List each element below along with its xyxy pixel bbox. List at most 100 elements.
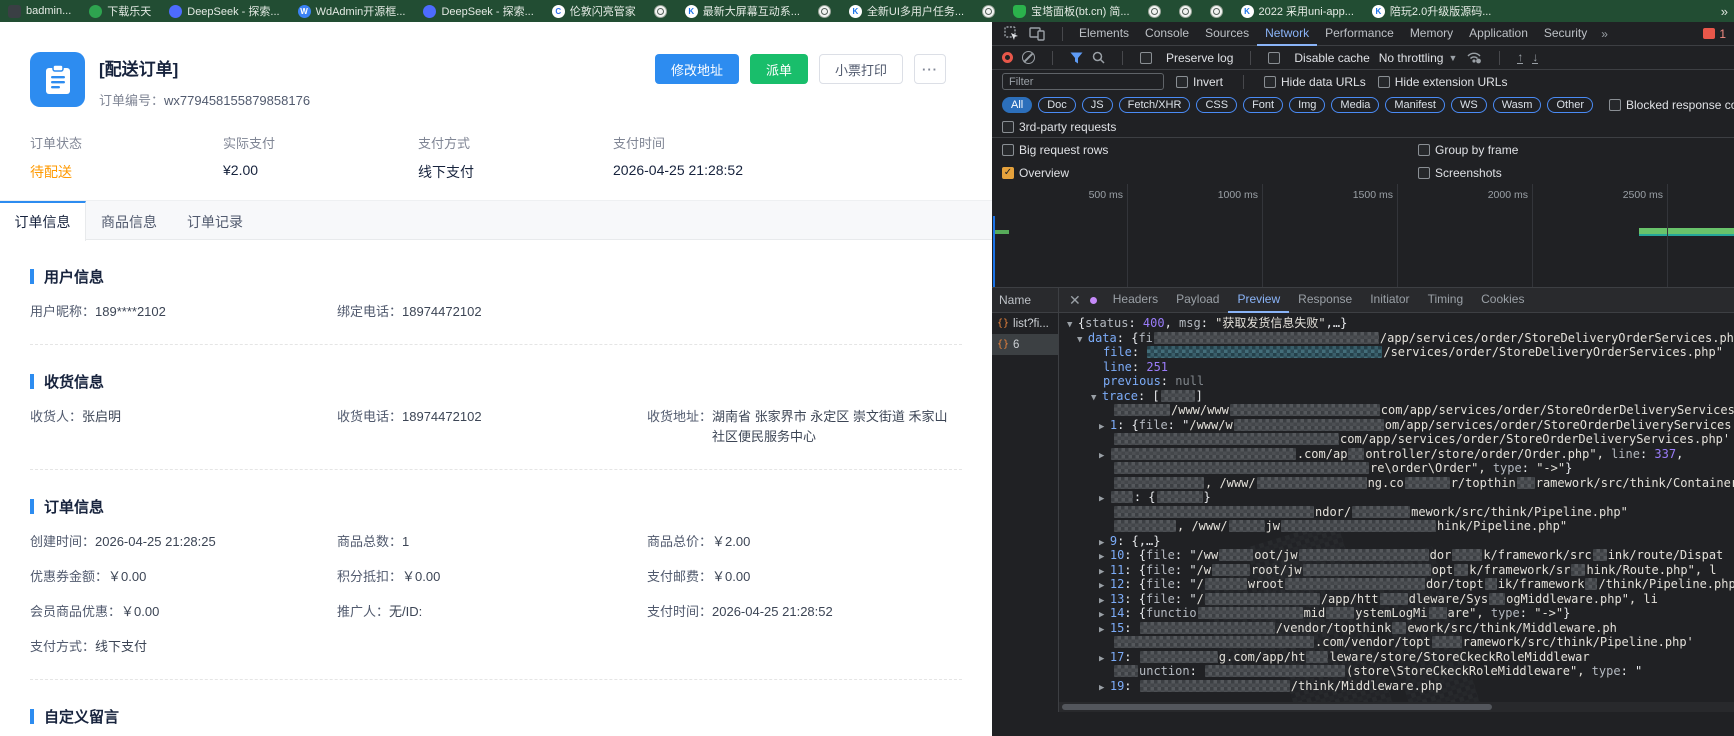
bookmark-item[interactable]: DeepSeek - 探索...	[423, 3, 534, 19]
preview-line[interactable]: , /www/ng.co r/topthin ramework/src/think/…	[1059, 476, 1734, 491]
edit-address-button[interactable]: 修改地址	[654, 54, 739, 84]
bookmark-item[interactable]: 陪玩2.0升级版源码...	[1371, 3, 1491, 19]
import-har-icon[interactable]: ↑	[1517, 51, 1524, 64]
filter-chip-media[interactable]: Media	[1331, 96, 1380, 113]
throttling-select[interactable]: No throttling ▼	[1379, 51, 1458, 65]
filter-chip-wasm[interactable]: Wasm	[1492, 96, 1542, 113]
detail-tab-response[interactable]: Response	[1289, 288, 1361, 313]
preview-line[interactable]: , /www/jw hink/Pipeline.php"	[1059, 519, 1734, 534]
bookmark-item[interactable]: 宝塔面板(bt.cn) 简...	[1013, 3, 1130, 19]
filter-chip-ws[interactable]: WS	[1450, 96, 1487, 113]
bookmark-item[interactable]	[653, 4, 667, 18]
receipt-print-button[interactable]: 小票打印	[818, 54, 903, 84]
preserve-log-checkbox[interactable]	[1140, 51, 1152, 64]
detail-tab-headers[interactable]: Headers	[1104, 288, 1167, 313]
preview-line[interactable]: ▶ 15: /vendor/topthink ework/src/think/Mi…	[1059, 621, 1734, 636]
invert-checkbox[interactable]	[1176, 75, 1188, 88]
hide-data-urls-checkbox[interactable]	[1264, 75, 1277, 88]
preview-line[interactable]: ▶ 17: g.com/app/ht leware/store/StoreCkec…	[1059, 650, 1734, 665]
overview-checkbox[interactable]	[1002, 166, 1014, 179]
bookmark-item[interactable]: DeepSeek - 探索...	[169, 3, 280, 19]
bookmarks-overflow-chevron[interactable]: »	[1721, 4, 1728, 19]
preview-line[interactable]: ▶ .com/ap ontroller/store/order/Order.php…	[1059, 447, 1734, 462]
preview-line[interactable]: ▼ trace: []	[1059, 389, 1734, 404]
close-icon[interactable]: ✕	[1069, 292, 1081, 309]
devtools-tab-memory[interactable]: Memory	[1402, 22, 1461, 46]
filter-chip-js[interactable]: JS	[1081, 96, 1113, 113]
preview-line[interactable]: ▶ : {}	[1059, 490, 1734, 505]
dispatch-button[interactable]: 派单	[749, 54, 808, 84]
hide-extension-urls-checkbox[interactable]	[1377, 75, 1390, 88]
filter-chip-manifest[interactable]: Manifest	[1385, 96, 1445, 113]
network-overview-timeline[interactable]: 500 ms 1000 ms 1500 ms 2000 ms 2500 ms	[992, 184, 1734, 288]
preview-line[interactable]: com/app/services/order/StoreOrderDeliver…	[1059, 432, 1734, 447]
filter-chip-doc[interactable]: Doc	[1038, 96, 1076, 113]
horizontal-scrollbar[interactable]	[1059, 702, 1734, 712]
detail-tab-preview[interactable]: Preview	[1228, 288, 1290, 313]
preview-line[interactable]: previous: null	[1059, 374, 1734, 389]
bookmark-item[interactable]	[982, 4, 996, 18]
detail-tab-timing[interactable]: Timing	[1419, 288, 1473, 313]
preview-line[interactable]: ▶ 10: {file: "/ww oot/jw dor k/framework/sr…	[1059, 548, 1734, 563]
devtools-tab-performance[interactable]: Performance	[1317, 22, 1402, 46]
name-column-header[interactable]: Name	[992, 288, 1059, 312]
preview-line[interactable]: ndor/mework/src/think/Pipeline.php"	[1059, 505, 1734, 520]
preview-line[interactable]: ▶ 11: {file: "/w root/jw opt k/framework/sr…	[1059, 563, 1734, 578]
detail-tab-initiator[interactable]: Initiator	[1361, 288, 1418, 313]
bookmark-item[interactable]: 2022 采用uni-app...	[1240, 3, 1354, 19]
more-tabs-chevron[interactable]: »	[1601, 27, 1608, 41]
detail-tab-cookies[interactable]: Cookies	[1472, 288, 1533, 313]
devtools-tab-console[interactable]: Console	[1137, 22, 1197, 46]
screenshots-checkbox[interactable]	[1418, 166, 1430, 179]
group-by-frame-checkbox[interactable]	[1418, 143, 1430, 156]
bookmark-item[interactable]	[1178, 4, 1192, 18]
bookmark-item[interactable]: badmin...	[8, 4, 71, 18]
preview-line[interactable]: ▶ 9: {,…}	[1059, 534, 1734, 549]
preview-line[interactable]: /www/www com/app/services/order/StoreOrde…	[1059, 403, 1734, 418]
bookmark-item[interactable]	[1147, 4, 1161, 18]
bookmark-item[interactable]	[1209, 4, 1223, 18]
filter-funnel-icon[interactable]	[1070, 52, 1083, 64]
devtools-tab-security[interactable]: Security	[1536, 22, 1595, 46]
preview-line[interactable]: ▶ 12: {file: "/ wroot dor/topt ik/framework…	[1059, 577, 1734, 592]
bookmark-item[interactable]: 伦敦闪亮管家	[551, 3, 636, 19]
bookmark-item[interactable]: 全新UI多用户任务...	[848, 3, 964, 19]
devtools-tab-sources[interactable]: Sources	[1197, 22, 1257, 46]
filter-chip-all[interactable]: All	[1002, 96, 1033, 113]
preview-line[interactable]: ▼ data: {fi/app/services/order/StoreDeli…	[1059, 331, 1734, 346]
preview-line[interactable]: ▶ 13: {file: "/ /app/htt dleware/Sys ogMidd…	[1059, 592, 1734, 607]
request-row[interactable]: {} 6	[992, 334, 1058, 355]
bookmark-item[interactable]	[817, 4, 831, 18]
disable-cache-checkbox[interactable]	[1268, 51, 1281, 64]
detail-tab-payload[interactable]: Payload	[1167, 288, 1228, 313]
preview-line[interactable]: file: /services/order/StoreDeliveryOrder…	[1059, 345, 1734, 360]
big-request-rows-checkbox[interactable]	[1002, 143, 1014, 156]
toggle-device-toolbar-icon[interactable]	[1028, 26, 1046, 42]
filter-chip-font[interactable]: Font	[1243, 96, 1284, 113]
bookmark-item[interactable]: WdAdmin开源框...	[297, 3, 405, 19]
filter-chip-other[interactable]: Other	[1547, 96, 1593, 113]
clear-network-log-button[interactable]	[1022, 51, 1035, 64]
filter-input[interactable]	[1002, 73, 1164, 90]
blocked-response-cookies-checkbox[interactable]	[1608, 98, 1621, 111]
record-network-log-button[interactable]	[1002, 52, 1013, 63]
preview-line[interactable]: re\order\Order", type: "->"}	[1059, 461, 1734, 476]
devtools-tab-network[interactable]: Network	[1257, 22, 1318, 46]
tab-订单记录[interactable]: 订单记录	[172, 201, 258, 241]
preview-line[interactable]: ▶ 19: /think/Middleware.php	[1059, 679, 1734, 694]
filter-chip-img[interactable]: Img	[1289, 96, 1326, 113]
preview-line[interactable]: ▼ {status: 400, msg: "获取发货信息失败",…}	[1059, 316, 1734, 331]
tab-订单信息[interactable]: 订单信息	[0, 201, 86, 241]
third-party-checkbox[interactable]	[1002, 120, 1014, 133]
inspect-element-icon[interactable]	[1002, 26, 1020, 42]
scrollbar-thumb[interactable]	[1062, 704, 1492, 710]
preview-line[interactable]: ▶ 1: {file: "/www/w om/app/services/order…	[1059, 418, 1734, 433]
error-badge[interactable]: 1	[1703, 27, 1726, 41]
preview-line[interactable]: ▶ 14: {functio mid ystemLogMi are", type: "…	[1059, 606, 1734, 621]
preview-line[interactable]: unction: (store\StoreCkeckRoleMiddleware…	[1059, 664, 1734, 679]
devtools-tab-elements[interactable]: Elements	[1071, 22, 1137, 46]
devtools-tab-application[interactable]: Application	[1461, 22, 1536, 46]
export-har-icon[interactable]: ↓	[1532, 51, 1539, 64]
network-conditions-icon[interactable]	[1466, 51, 1482, 64]
request-row[interactable]: {} list?fi...	[992, 313, 1058, 334]
